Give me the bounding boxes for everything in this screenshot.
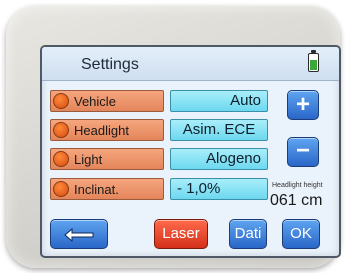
page-title: Settings xyxy=(81,56,139,73)
device-housing: Settings Vehicle Auto Headlight Asim. EC… xyxy=(6,6,340,268)
indicator-dot-icon xyxy=(53,181,69,197)
headlight-height-label: Headlight height xyxy=(272,182,323,189)
setting-label-text: Headlight xyxy=(74,123,129,138)
title-bar: Settings xyxy=(42,47,339,81)
ok-button[interactable]: OK xyxy=(282,219,320,249)
increase-button[interactable]: + xyxy=(287,90,319,120)
back-button[interactable] xyxy=(50,219,108,249)
setting-label-inclination[interactable]: Inclinat. xyxy=(50,178,164,200)
decrease-button[interactable]: − xyxy=(287,137,319,167)
indicator-dot-icon xyxy=(53,93,69,109)
setting-label-headlight[interactable]: Headlight xyxy=(50,119,164,141)
laser-button[interactable]: Laser xyxy=(154,219,208,249)
setting-label-text: Inclinat. xyxy=(74,182,119,197)
battery-icon xyxy=(308,50,319,72)
indicator-dot-icon xyxy=(53,151,69,167)
setting-value-light[interactable]: Alogeno xyxy=(170,148,268,170)
touch-screen: Settings Vehicle Auto Headlight Asim. EC… xyxy=(42,47,339,256)
setting-label-vehicle[interactable]: Vehicle xyxy=(50,90,164,112)
setting-value-vehicle[interactable]: Auto xyxy=(170,90,268,112)
setting-value-headlight[interactable]: Asim. ECE xyxy=(170,119,268,141)
setting-label-text: Vehicle xyxy=(74,94,116,109)
indicator-dot-icon xyxy=(53,122,69,138)
data-button[interactable]: Dati xyxy=(229,219,267,249)
setting-label-light[interactable]: Light xyxy=(50,148,164,170)
setting-label-text: Light xyxy=(74,152,103,167)
headlight-height-value: 061 cm xyxy=(270,192,323,209)
return-arrow-icon xyxy=(64,228,94,242)
setting-value-inclination[interactable]: - 1,0% xyxy=(170,178,268,200)
